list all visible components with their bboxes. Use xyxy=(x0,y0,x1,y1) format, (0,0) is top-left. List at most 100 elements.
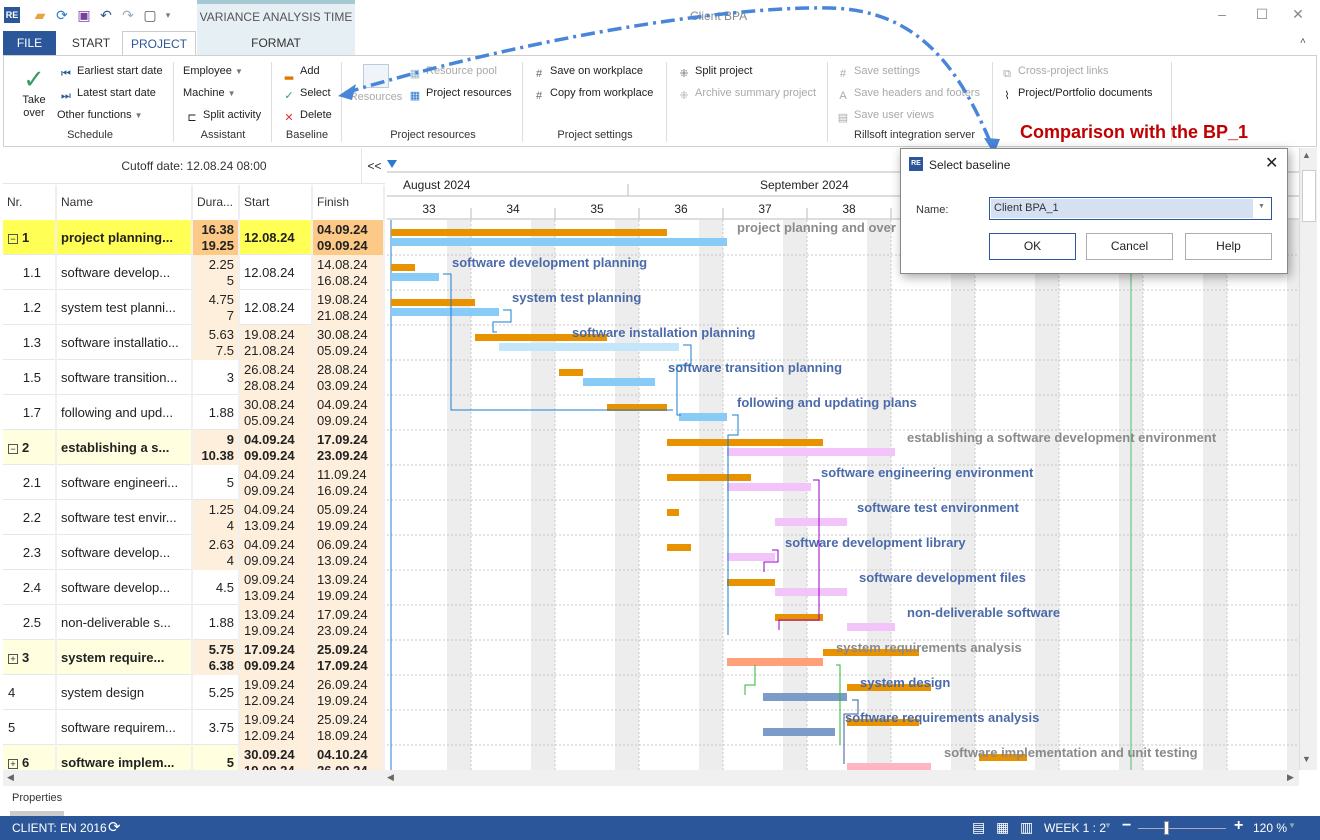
column-header-duration[interactable]: Dura... xyxy=(193,185,240,220)
cell-name[interactable]: software requirem... xyxy=(57,710,193,745)
table-row[interactable]: 1.1 software develop... 2.25 5 12.08.24 14.08… xyxy=(3,255,385,290)
scrollbar-thumb[interactable] xyxy=(1302,170,1316,222)
table-row[interactable]: 2.1 software engineeri... 5 04.09.24 09.09.2… xyxy=(3,465,385,500)
column-header-nr[interactable]: Nr. xyxy=(3,185,57,220)
view-layout-icon[interactable]: ▤ xyxy=(972,819,985,836)
cell-name[interactable]: system require... xyxy=(57,640,193,675)
latest-start-button[interactable]: ⏭ Latest start date xyxy=(59,84,156,102)
tab-start[interactable]: START xyxy=(60,31,122,55)
close-button[interactable]: ✕ xyxy=(1288,6,1308,24)
table-row[interactable]: +6 software implem... 5 30.09.24 19.09.24 04.… xyxy=(3,745,385,770)
copy-from-workplace-button[interactable]: # Copy from workplace xyxy=(532,84,653,102)
tab-format[interactable]: FORMAT xyxy=(197,31,355,55)
collapse-ribbon-icon[interactable]: ˄ xyxy=(1300,36,1306,47)
cell-name[interactable]: non-deliverable s... xyxy=(57,605,193,640)
zoom-in-button[interactable]: + xyxy=(1234,817,1243,835)
timescale-dropdown[interactable]: WEEK 1 : 2 xyxy=(1044,821,1106,835)
horizontal-scrollbar[interactable]: ◀ ◀ ▶ xyxy=(3,770,1299,786)
save-icon[interactable]: ▣ xyxy=(76,7,92,23)
table-row[interactable]: 2.5 non-deliverable s... 1.88 13.09.24 19.09… xyxy=(3,605,385,640)
earliest-start-button[interactable]: ⏮ Earliest start date xyxy=(59,62,163,80)
cross-project-links-button[interactable]: ⧉ Cross-project links xyxy=(1000,62,1108,80)
employee-dropdown[interactable]: Employee ▼ xyxy=(183,62,243,80)
window-icon[interactable]: ▢ xyxy=(142,7,158,23)
collapse-table-button[interactable]: << xyxy=(361,148,385,184)
table-row[interactable]: −2 establishing a s... 9 10.38 04.09.24 09.09… xyxy=(3,430,385,465)
tab-file[interactable]: FILE xyxy=(3,31,56,55)
help-button[interactable]: Help xyxy=(1185,233,1272,260)
project-resources-button[interactable]: ▦ Project resources xyxy=(408,84,512,102)
column-header-name[interactable]: Name xyxy=(57,185,193,220)
baseline-name-select[interactable]: Client BPA_1 ▼ xyxy=(989,197,1272,220)
select-baseline-button[interactable]: ✓ Select xyxy=(282,84,330,102)
cell-name[interactable]: project planning... xyxy=(57,220,193,255)
scroll-left-icon[interactable]: ◀ xyxy=(7,772,14,783)
maximize-button[interactable]: ☐ xyxy=(1252,6,1272,24)
redo-icon[interactable]: ↷ xyxy=(120,7,136,23)
table-row[interactable]: 1.7 following and upd... 1.88 30.08.24 05.09… xyxy=(3,395,385,430)
grid-view-icon[interactable]: ▦ xyxy=(996,819,1009,836)
expand-icon[interactable]: + xyxy=(8,758,18,769)
split-activity-button[interactable]: ⊏ Split activity xyxy=(185,106,261,124)
sync-icon[interactable]: ⟳ xyxy=(108,818,121,836)
table-row[interactable]: 2.2 software test envir... 1.25 4 04.09.24 13… xyxy=(3,500,385,535)
cell-name[interactable]: establishing a s... xyxy=(57,430,193,465)
save-headers-button[interactable]: A Save headers and footers xyxy=(836,84,980,102)
scroll-down-icon[interactable]: ▼ xyxy=(1302,754,1311,764)
delete-baseline-button[interactable]: ✕ Delete xyxy=(282,106,331,124)
take-over-button[interactable]: ✓ Take over xyxy=(14,64,54,120)
minimize-button[interactable]: – xyxy=(1212,6,1232,24)
table-row[interactable]: 1.3 software installatio... 5.63 7.5 19.08.2… xyxy=(3,325,385,360)
ok-button[interactable]: OK xyxy=(989,233,1076,260)
table-row[interactable]: 1.2 system test planni... 4.75 7 12.08.24 19.… xyxy=(3,290,385,325)
scroll-up-icon[interactable]: ▲ xyxy=(1302,150,1311,160)
other-functions-dropdown[interactable]: Other functions ▼ xyxy=(57,106,143,124)
cell-name[interactable]: following and upd... xyxy=(57,395,193,430)
undo-icon[interactable]: ↶ xyxy=(98,7,114,23)
column-header-finish[interactable]: Finish xyxy=(313,185,385,220)
column-header-start[interactable]: Start xyxy=(240,185,313,220)
archive-summary-button[interactable]: ⁜ Archive summary project xyxy=(677,84,816,102)
cell-name[interactable]: software implem... xyxy=(57,745,193,770)
cell-name[interactable]: system design xyxy=(57,675,193,710)
customize-icon[interactable]: ▾ xyxy=(160,7,176,23)
collapse-icon[interactable]: − xyxy=(8,233,18,244)
cell-name[interactable]: software develop... xyxy=(57,570,193,605)
table-row[interactable]: 4 system design 5.25 19.09.24 12.09.24 26.09.… xyxy=(3,675,385,710)
table-row[interactable]: −1 project planning... 16.38 19.25 12.08.24 0… xyxy=(3,220,385,255)
zoom-level[interactable]: 120 % xyxy=(1253,821,1287,835)
properties-tab[interactable]: Properties xyxy=(12,792,62,804)
split-project-button[interactable]: ⁜ Split project xyxy=(677,62,752,80)
cell-name[interactable]: software transition... xyxy=(57,360,193,395)
zoom-slider-thumb[interactable] xyxy=(1164,821,1170,835)
zoom-out-button[interactable]: − xyxy=(1122,817,1131,835)
portfolio-documents-button[interactable]: ⌇ Project/Portfolio documents xyxy=(1000,84,1152,102)
vertical-scrollbar[interactable]: ▲ ▼ xyxy=(1299,148,1317,770)
table-row[interactable]: +3 system require... 5.75 6.38 17.09.24 09.09… xyxy=(3,640,385,675)
scroll-left-icon[interactable]: ◀ xyxy=(387,772,394,783)
scroll-right-icon[interactable]: ▶ xyxy=(1287,772,1294,783)
dialog-close-icon[interactable]: ✕ xyxy=(1265,153,1278,173)
save-on-workplace-button[interactable]: # Save on workplace xyxy=(532,62,643,80)
expand-icon[interactable]: + xyxy=(8,653,18,664)
machine-dropdown[interactable]: Machine ▼ xyxy=(183,84,236,102)
save-settings-button[interactable]: # Save settings xyxy=(836,62,920,80)
cell-name[interactable]: software test envir... xyxy=(57,500,193,535)
open-icon[interactable]: ▰ xyxy=(32,7,48,23)
chart-view-icon[interactable]: ▥ xyxy=(1020,819,1033,836)
cell-name[interactable]: software engineeri... xyxy=(57,465,193,500)
table-row[interactable]: 5 software requirem... 3.75 19.09.24 12.09.2… xyxy=(3,710,385,745)
cell-name[interactable]: software installatio... xyxy=(57,325,193,360)
save-user-views-button[interactable]: ▤ Save user views xyxy=(836,106,934,124)
table-row[interactable]: 2.4 software develop... 4.5 09.09.24 13.09.2… xyxy=(3,570,385,605)
resources-button[interactable]: Resources xyxy=(349,64,403,106)
table-row[interactable]: 1.5 software transition... 3 26.08.24 28.08.… xyxy=(3,360,385,395)
add-baseline-button[interactable]: ▂ Add xyxy=(282,62,320,80)
cell-name[interactable]: software develop... xyxy=(57,255,193,290)
tab-project[interactable]: PROJECT xyxy=(122,31,196,56)
resource-pool-button[interactable]: ▦ Resource pool xyxy=(408,62,497,80)
zoom-slider[interactable] xyxy=(1138,828,1226,829)
cell-name[interactable]: software develop... xyxy=(57,535,193,570)
cancel-button[interactable]: Cancel xyxy=(1086,233,1173,260)
cell-name[interactable]: system test planni... xyxy=(57,290,193,325)
